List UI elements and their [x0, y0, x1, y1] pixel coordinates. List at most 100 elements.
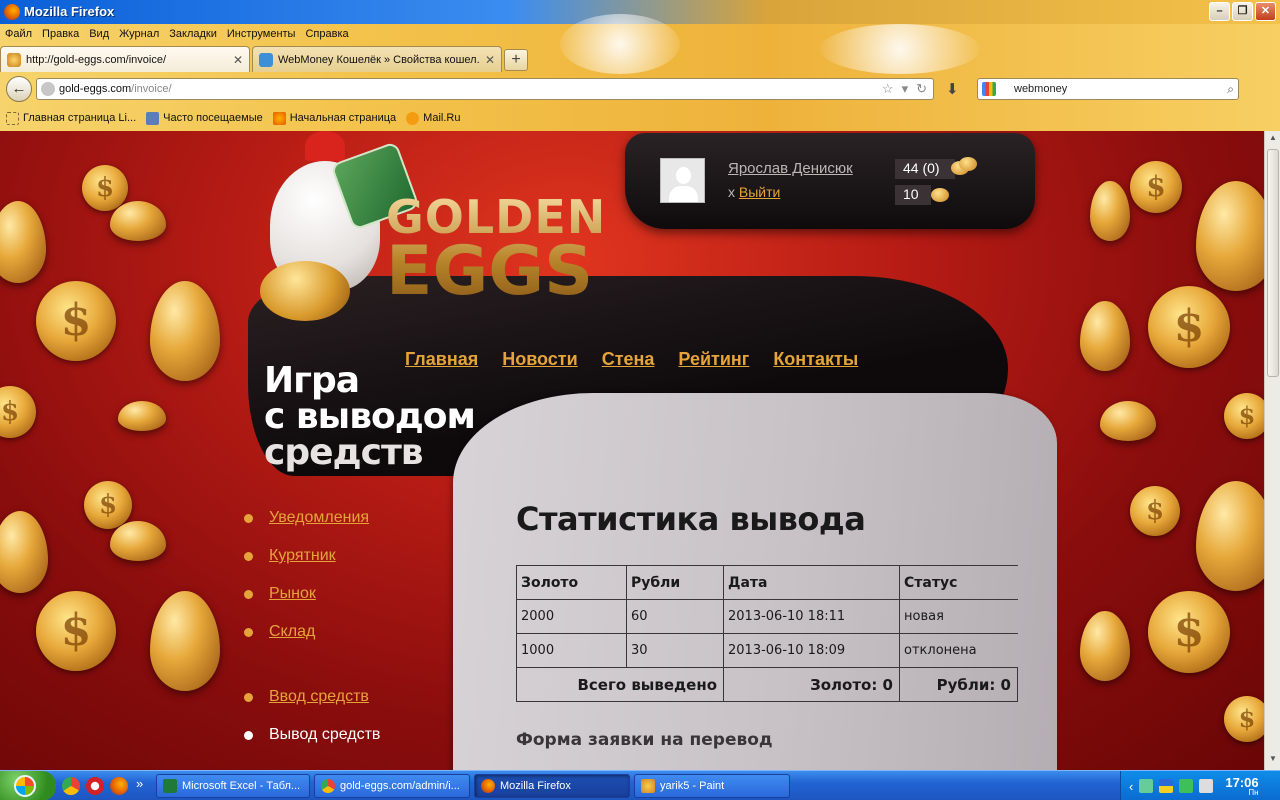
page-scrollbar[interactable]: ▲ ▼ [1264, 131, 1280, 770]
downloads-icon[interactable]: ⬇ [946, 80, 959, 98]
web-page: $ $ $ $ $ $ $ $ $ $ $ GOLDEN EGGS Яросла… [0, 131, 1264, 770]
menu-tools[interactable]: Инструменты [222, 26, 301, 44]
nav-rating[interactable]: Рейтинг [678, 349, 749, 370]
golden-egg-icon [1080, 301, 1130, 371]
egg-favicon-icon [7, 52, 21, 67]
page-title: Статистика вывода [516, 500, 866, 538]
minimize-button[interactable]: – [1209, 2, 1230, 21]
nav-news[interactable]: Новости [502, 349, 577, 370]
navigation-toolbar: ← gold-eggs.com/invoice/ ☆ ▾ ↻ ⬇ webmone… [0, 74, 1280, 104]
close-window-button[interactable]: ✕ [1255, 2, 1276, 21]
transfer-form-title: Форма заявки на перевод [516, 730, 773, 750]
opera-icon[interactable] [86, 777, 104, 795]
address-bar[interactable]: gold-eggs.com/invoice/ ☆ ▾ ↻ [36, 78, 934, 100]
firefox-icon[interactable] [110, 777, 128, 795]
address-actions: ☆ ▾ ↻ [882, 81, 933, 97]
gold-coin-icon: $ [1148, 591, 1230, 673]
language-icon[interactable] [1159, 779, 1174, 793]
total-label: Всего выведено [516, 667, 724, 702]
bookmark-item[interactable]: Начальная страница [272, 108, 396, 128]
tab-gold-eggs[interactable]: http://gold-eggs.com/invoice/ ✕ [0, 46, 250, 72]
taskbar-button-firefox[interactable]: Mozilla Firefox [474, 774, 630, 798]
sidenav-item-warehouse[interactable]: Склад [244, 623, 315, 641]
menu-file[interactable]: Файл [0, 26, 37, 44]
menu-view[interactable]: Вид [84, 26, 114, 44]
sidenav-item-notifications[interactable]: Уведомления [244, 509, 369, 527]
close-tab-icon[interactable]: ✕ [485, 53, 495, 67]
logout-link[interactable]: Выйти [739, 184, 780, 200]
golden-egg-icon [150, 591, 220, 691]
scroll-down-icon[interactable]: ▼ [1267, 754, 1279, 768]
reload-icon[interactable]: ↻ [916, 81, 927, 97]
menu-bookmarks[interactable]: Закладки [164, 26, 222, 44]
search-bar[interactable]: webmoney ⌕ [977, 78, 1239, 100]
bullet-icon [244, 627, 253, 637]
gold-coin-icon: $ [1130, 486, 1180, 536]
tab-strip: http://gold-eggs.com/invoice/ ✕ WebMoney… [0, 46, 528, 72]
bullet-icon [244, 513, 253, 523]
bullet-icon [244, 730, 253, 740]
search-input[interactable]: webmoney [1000, 83, 1227, 95]
gold-coin-icon: $ [82, 165, 128, 211]
taskbar-button-excel[interactable]: Microsoft Excel - Табл... [156, 774, 310, 798]
security-icon[interactable] [1179, 779, 1194, 793]
bookmark-item[interactable]: Главная страница Li... [6, 108, 136, 128]
bookmark-item[interactable]: Mail.Ru [406, 108, 460, 128]
new-tab-button[interactable]: + [504, 49, 528, 71]
nav-wall[interactable]: Стена [602, 349, 655, 370]
sidenav-item-coop[interactable]: Курятник [244, 547, 336, 565]
google-icon[interactable] [982, 82, 996, 96]
logout-row: x Выйти [728, 184, 781, 200]
menu-bar: Файл Правка Вид Журнал Закладки Инструме… [0, 26, 354, 44]
user-name-link[interactable]: Ярослав Денисюк [728, 160, 853, 177]
gold-coin-icon: $ [36, 591, 116, 671]
close-tab-icon[interactable]: ✕ [233, 53, 243, 67]
tab-webmoney[interactable]: WebMoney Кошелёк » Свойства кошел... ✕ [252, 46, 502, 72]
back-button[interactable]: ← [6, 76, 32, 102]
total-gold: Золото: 0 [723, 667, 900, 702]
bookmark-star-icon[interactable]: ☆ [882, 81, 894, 97]
menu-history[interactable]: Журнал [114, 26, 164, 44]
column-header: Дата [723, 565, 900, 600]
window-title: Mozilla Firefox [24, 4, 115, 19]
system-tray: ‹ 17:06 Пн [1120, 771, 1280, 800]
firefox-icon [481, 779, 495, 793]
restore-button[interactable]: ❐ [1232, 2, 1253, 21]
site-identity-icon[interactable] [41, 82, 55, 96]
sidenav-item-withdraw: Вывод средств [244, 726, 380, 744]
chrome-icon[interactable] [62, 777, 80, 795]
golden-egg-icon [150, 281, 220, 381]
volume-icon[interactable] [1199, 779, 1214, 793]
scroll-thumb[interactable] [1267, 149, 1279, 377]
decorative-glow [560, 14, 680, 74]
sidenav-item-deposit[interactable]: Ввод средств [244, 688, 369, 706]
firefox-icon [272, 111, 286, 125]
page-icon [6, 111, 19, 125]
nav-contacts[interactable]: Контакты [773, 349, 858, 370]
scroll-up-icon[interactable]: ▲ [1267, 133, 1279, 147]
avatar[interactable] [660, 158, 705, 203]
search-icon[interactable]: ⌕ [1227, 82, 1238, 97]
paint-icon [641, 779, 655, 793]
taskbar-button-chrome[interactable]: gold-eggs.com/admin/i... [314, 774, 470, 798]
gold-coin-icon: $ [36, 281, 116, 361]
show-hidden-icons-icon[interactable]: ‹ [1129, 779, 1133, 794]
sidenav-item-market[interactable]: Рынок [244, 585, 316, 603]
total-rub: Рубли: 0 [899, 667, 1018, 702]
site-logo[interactable]: GOLDEN EGGS [386, 196, 606, 304]
dropdown-arrow-icon[interactable]: ▾ [902, 81, 909, 97]
quick-launch-more-icon[interactable]: » [136, 776, 143, 791]
menu-help[interactable]: Справка [300, 26, 353, 44]
clock[interactable]: 17:06 Пн [1225, 776, 1258, 797]
window-controls: – ❐ ✕ [1209, 2, 1276, 21]
menu-edit[interactable]: Правка [37, 26, 84, 44]
network-icon[interactable] [1139, 779, 1154, 793]
golden-egg-icon [260, 261, 350, 321]
golden-egg-icon [110, 521, 166, 561]
start-button[interactable] [0, 771, 56, 800]
bookmark-item[interactable]: Часто посещаемые [146, 108, 263, 128]
eggs-balance: 10 [895, 185, 931, 205]
golden-egg-icon [1196, 481, 1264, 591]
gold-coin-icon: $ [0, 386, 36, 438]
taskbar-button-paint[interactable]: yarik5 - Paint [634, 774, 790, 798]
